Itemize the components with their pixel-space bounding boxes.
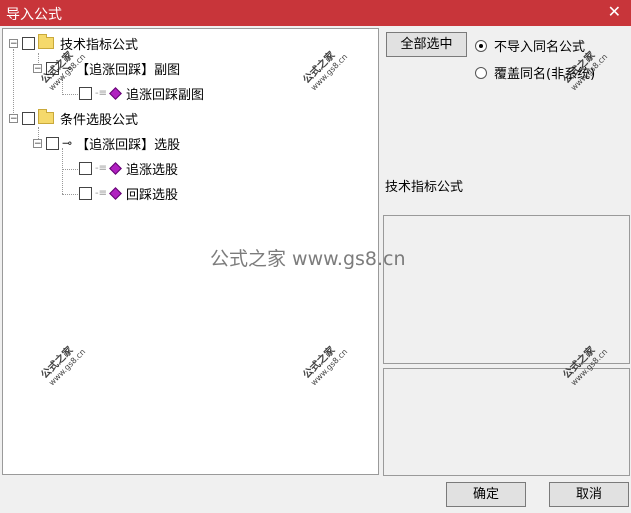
tree-node-label: 条件选股公式 <box>60 112 139 128</box>
cancel-button[interactable]: 取消 <box>549 482 629 507</box>
checkbox[interactable] <box>46 136 59 150</box>
formula-gem-icon <box>109 161 122 175</box>
checkbox[interactable] <box>22 111 35 125</box>
formula-gem-icon <box>109 86 122 100</box>
detail-panel <box>383 368 630 476</box>
tree-connector <box>13 49 14 117</box>
radio-skip-duplicates[interactable]: 不导入同名公式 <box>475 36 585 55</box>
collapse-icon[interactable]: − <box>9 38 18 48</box>
tree-connector <box>62 194 80 195</box>
folder-icon <box>38 34 54 49</box>
dash-icon: -≡ <box>95 162 107 174</box>
key-icon: ⊸ <box>62 136 73 150</box>
tree-connector <box>62 169 80 170</box>
tree-node-condition-select[interactable]: − 条件选股公式 <box>9 109 139 128</box>
category-label: 技术指标公式 <box>385 180 464 195</box>
tree-node-chase-select[interactable]: -≡ 追涨选股 <box>79 159 179 178</box>
tree-node-chase-pullback-select-group[interactable]: − ⊸ 【追涨回踩】选股 <box>33 134 181 153</box>
radio-selected-icon <box>475 39 487 52</box>
tree-node-label: 追涨选股 <box>126 162 179 178</box>
tree-connector <box>62 94 80 95</box>
select-all-button[interactable]: 全部选中 <box>386 32 467 57</box>
dash-icon: -≡ <box>95 187 107 199</box>
checkbox[interactable] <box>79 86 92 100</box>
tree-node-chase-pullback-subchart[interactable]: -≡ 追涨回踩副图 <box>79 84 205 103</box>
ok-button[interactable]: 确定 <box>446 482 526 507</box>
tree-node-pullback-select[interactable]: -≡ 回踩选股 <box>79 184 179 203</box>
tree-node-label: 【追涨回踩】选股 <box>76 137 181 153</box>
radio-unselected-icon <box>475 66 487 79</box>
title-bar: 导入公式 ✕ <box>0 0 631 26</box>
tree-node-label: 回踩选股 <box>126 187 179 203</box>
close-icon[interactable]: ✕ <box>608 2 621 21</box>
tree-node-label: 【追涨回踩】副图 <box>76 62 181 78</box>
radio-label: 不导入同名公式 <box>494 40 586 55</box>
checkbox[interactable] <box>79 186 92 200</box>
tree-connector <box>62 148 63 194</box>
tree-node-label: 追涨回踩副图 <box>126 87 205 103</box>
formula-gem-icon <box>109 186 122 200</box>
checkbox[interactable] <box>22 36 35 50</box>
dash-icon: -≡ <box>95 87 107 99</box>
checkbox[interactable] <box>79 161 92 175</box>
collapse-icon[interactable]: − <box>33 138 42 148</box>
watermark-center: 公式之家 www.gs8.cn <box>210 248 406 270</box>
collapse-icon[interactable]: − <box>9 113 18 123</box>
folder-icon <box>38 109 54 124</box>
window-title: 导入公式 <box>6 7 62 23</box>
